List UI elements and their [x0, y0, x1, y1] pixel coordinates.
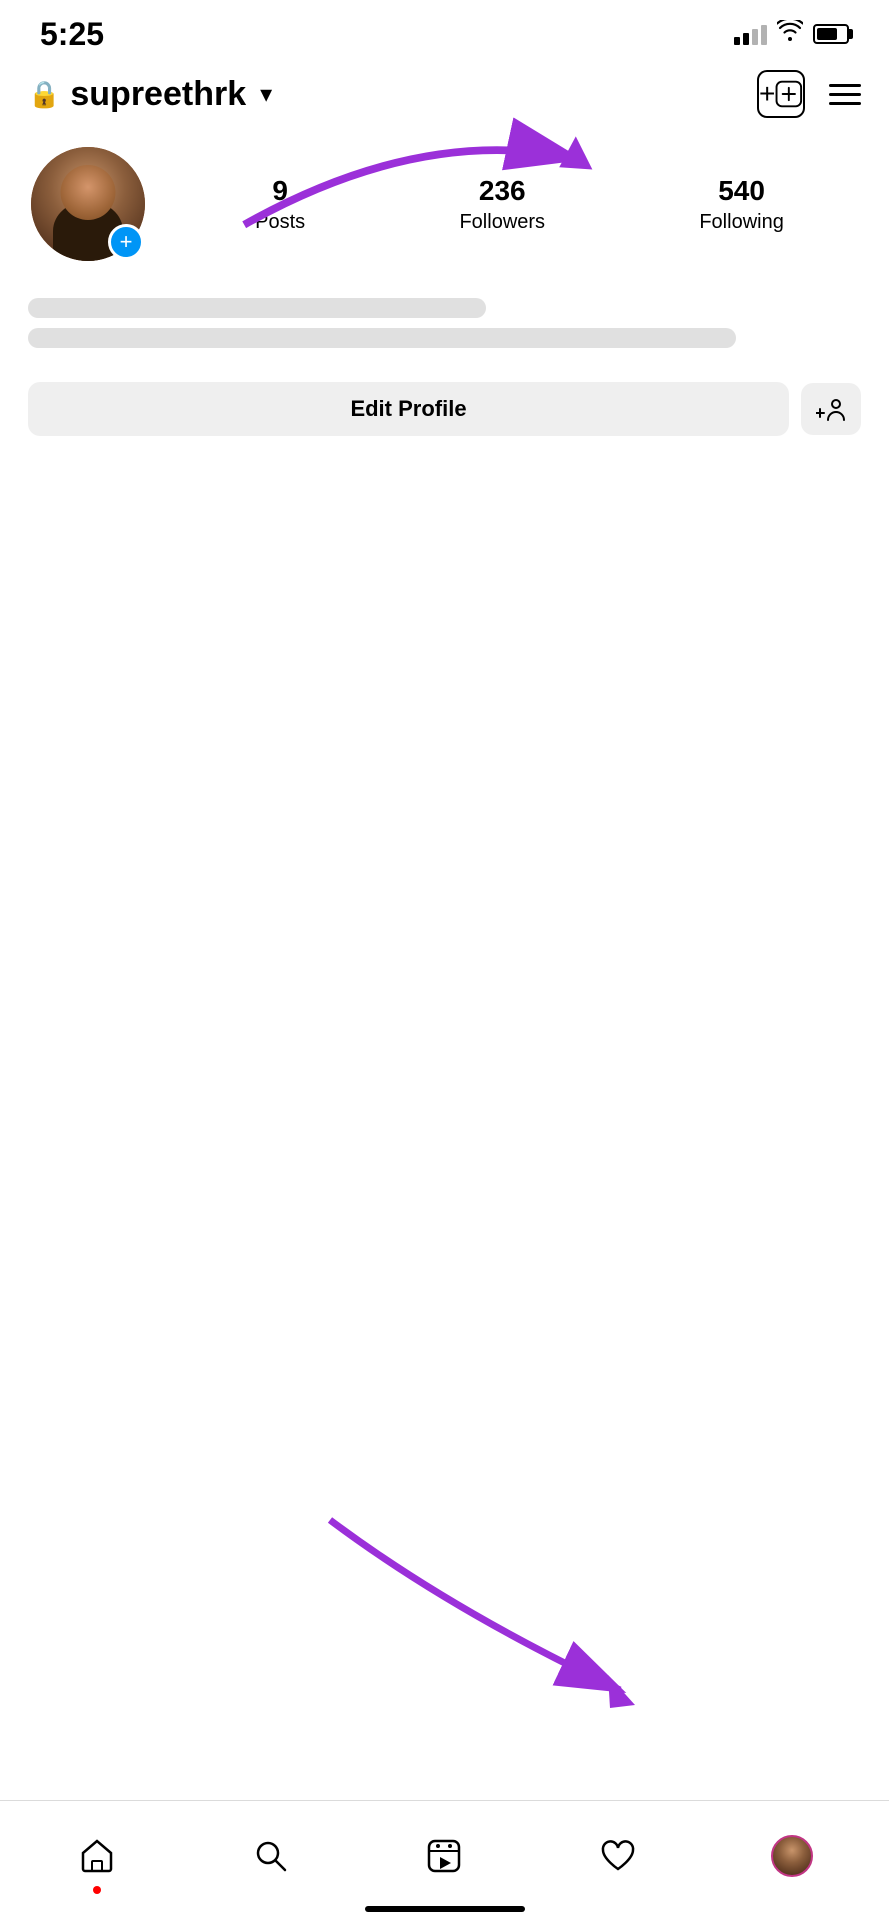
following-stat[interactable]: 540 Following: [699, 175, 783, 234]
bio-line-1: [28, 298, 486, 318]
header-right: [757, 70, 861, 118]
lock-icon: 🔒: [28, 79, 60, 110]
followers-label: Followers: [459, 211, 545, 234]
bio-section: [0, 280, 889, 366]
home-dot: [93, 1886, 101, 1894]
menu-button[interactable]: [829, 84, 861, 105]
signal-icon: [734, 23, 767, 45]
battery-icon: [813, 24, 849, 44]
chevron-down-icon[interactable]: ▾: [260, 80, 272, 109]
home-indicator: [365, 1906, 525, 1912]
followers-stat[interactable]: 236 Followers: [459, 175, 545, 234]
bottom-nav: [0, 1800, 889, 1920]
status-icons: [734, 20, 849, 48]
posts-label: Posts: [255, 211, 305, 234]
add-person-button[interactable]: [801, 383, 861, 435]
edit-profile-button[interactable]: Edit Profile: [28, 382, 789, 436]
nav-search[interactable]: [241, 1826, 301, 1886]
search-icon: [252, 1837, 290, 1875]
username-label[interactable]: supreethrk: [70, 75, 246, 114]
heart-icon: [599, 1837, 637, 1875]
nav-activity[interactable]: [588, 1826, 648, 1886]
posts-count: 9: [272, 175, 288, 207]
header-left: 🔒 supreethrk ▾: [28, 75, 272, 114]
posts-stat[interactable]: 9 Posts: [255, 175, 305, 234]
nav-home[interactable]: [67, 1826, 127, 1886]
home-icon: [78, 1837, 116, 1875]
bottom-arrow: [250, 1490, 680, 1720]
profile-section: + 9 Posts 236 Followers 540 Following: [0, 128, 889, 280]
status-time: 5:25: [40, 16, 104, 53]
stats-row: 9 Posts 236 Followers 540 Following: [178, 175, 861, 234]
profile-top: + 9 Posts 236 Followers 540 Following: [28, 144, 861, 264]
nav-profile-image: [771, 1835, 813, 1877]
profile-actions: Edit Profile: [0, 366, 889, 456]
bio-line-2: [28, 328, 736, 348]
followers-count: 236: [479, 175, 526, 207]
avatar-wrapper[interactable]: +: [28, 144, 148, 264]
status-bar: 5:25: [0, 0, 889, 60]
nav-reels[interactable]: [414, 1826, 474, 1886]
header: 🔒 supreethrk ▾: [0, 60, 889, 128]
following-label: Following: [699, 211, 783, 234]
add-story-button[interactable]: +: [108, 224, 144, 260]
following-count: 540: [718, 175, 765, 207]
nav-profile[interactable]: [762, 1826, 822, 1886]
reels-icon: [425, 1837, 463, 1875]
add-post-button[interactable]: [757, 70, 805, 118]
wifi-icon: [777, 20, 803, 48]
